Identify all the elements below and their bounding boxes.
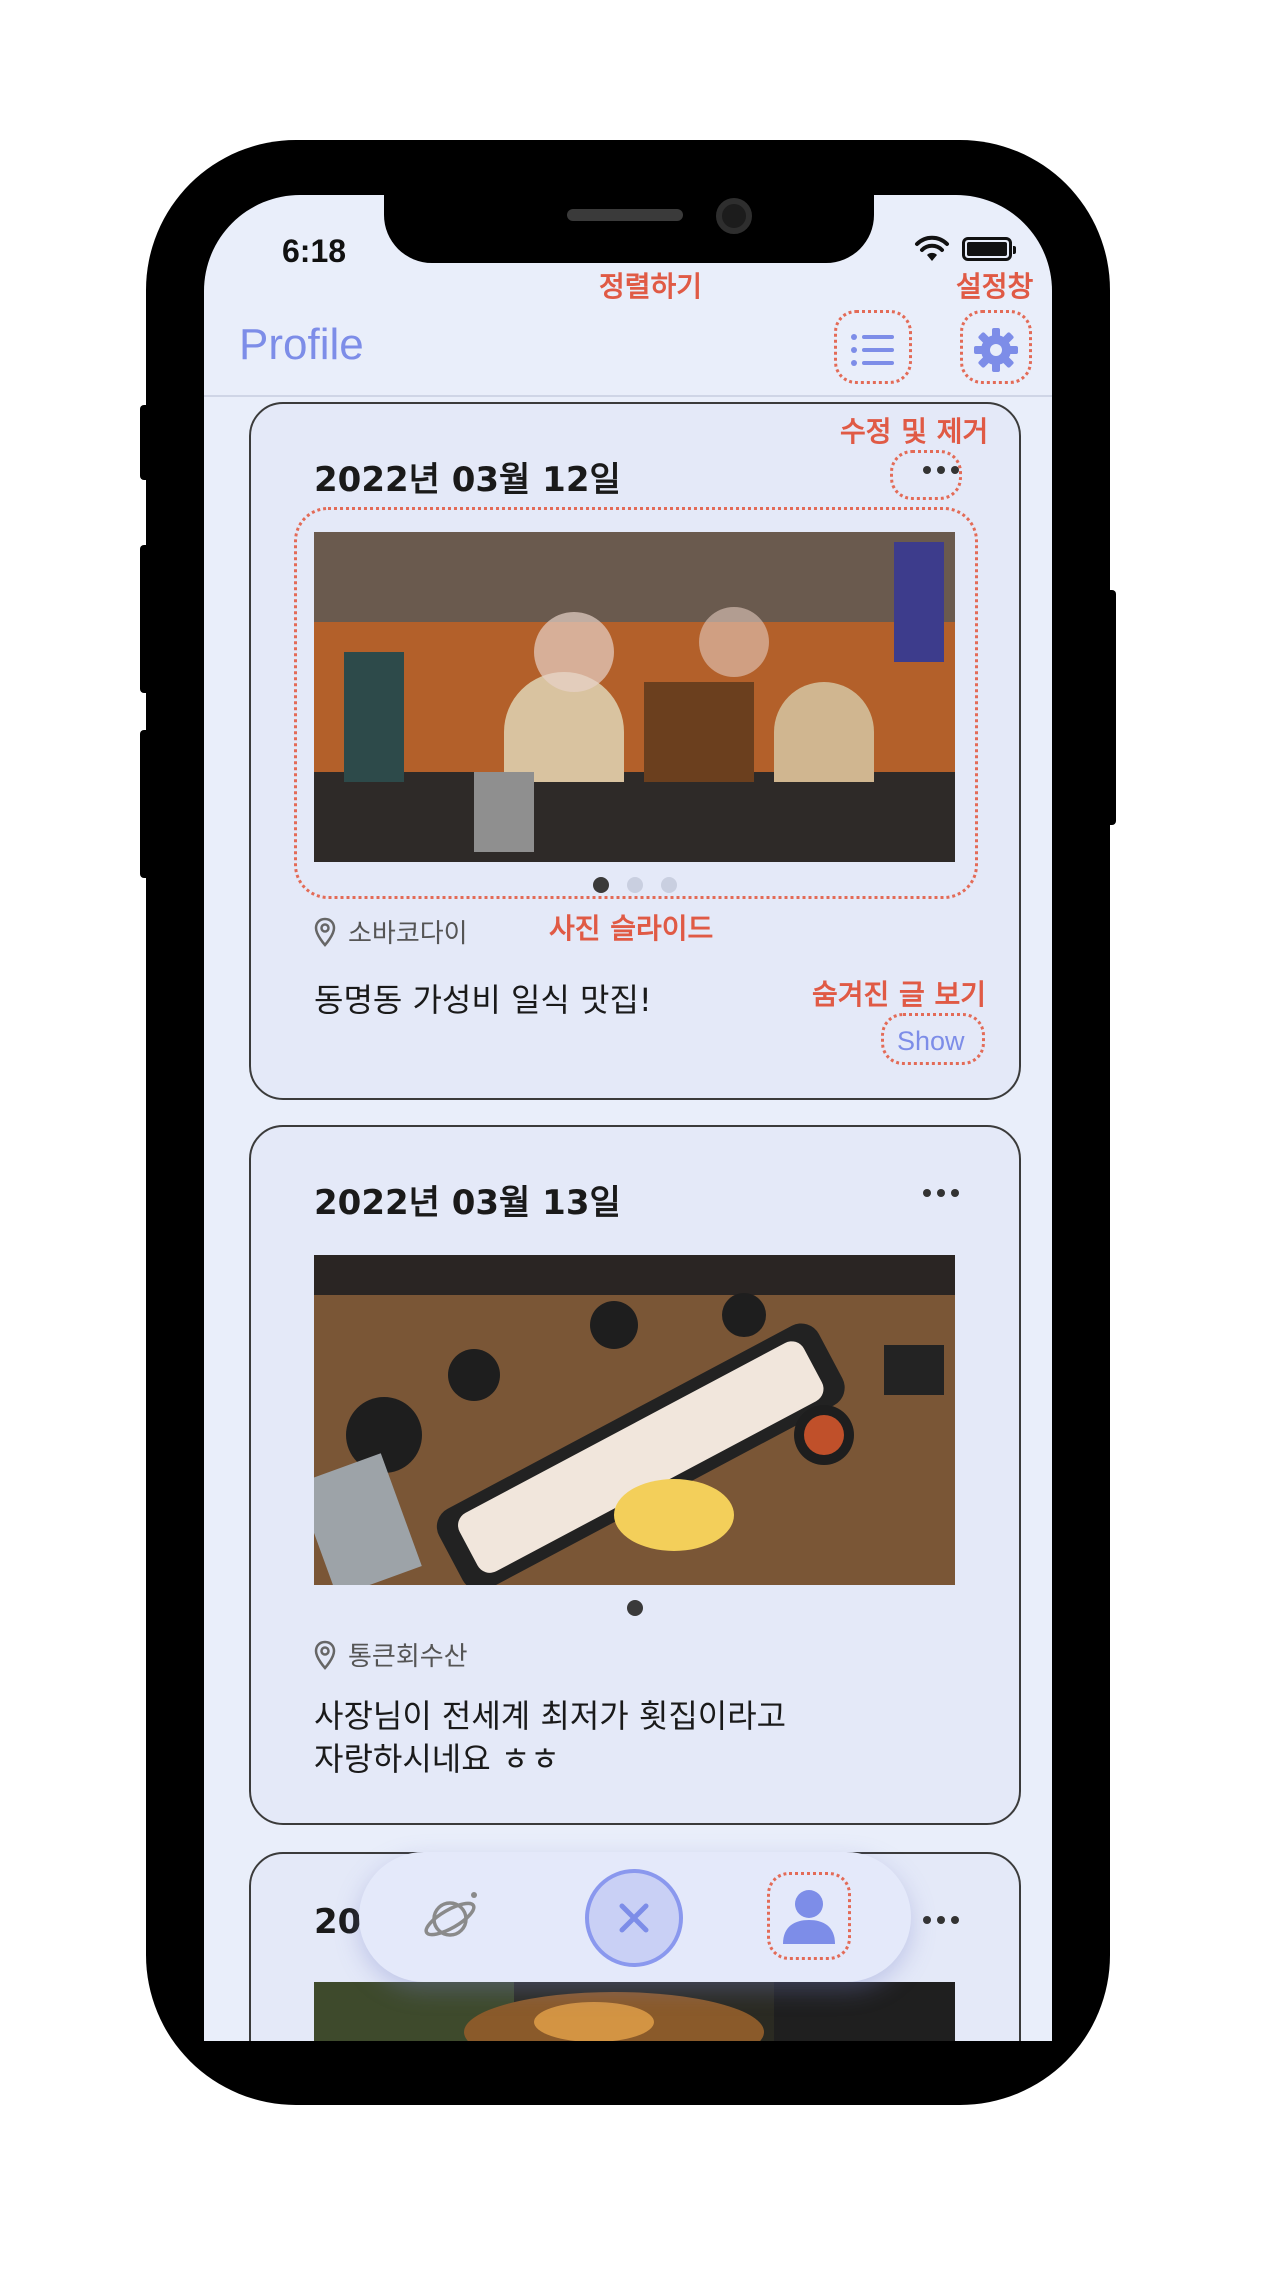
location-pin-icon: [314, 917, 336, 947]
status-time: 6:18: [282, 233, 347, 269]
battery-icon: [962, 237, 1016, 261]
post-text-line: 사장님이 전세계 최저가 횟집이라고: [314, 1697, 787, 1735]
nav-divider: [204, 395, 1052, 397]
post-text-line: 자랑하시네요 ㅎㅎ: [314, 1740, 560, 1779]
annotation-photo-slide-label: 사진 슬라이드: [549, 912, 714, 945]
post-text: 사장님이 전세계 최저가 횟집이라고 자랑하시네요 ㅎㅎ: [314, 1695, 786, 1781]
post-card: 2022년 03월 13일 통큰회수산 사장님이 전세계 최저가 횟집이라고 자…: [249, 1125, 1021, 1825]
tab-bar: [359, 1852, 911, 1982]
more-dot: [951, 1189, 959, 1197]
tab-close[interactable]: [585, 1869, 683, 1967]
location-row: 통큰회수산: [314, 1636, 468, 1673]
annotation-photo-slide-box: [294, 507, 978, 899]
tab-explore[interactable]: [417, 1882, 487, 1952]
speaker: [567, 209, 683, 221]
front-camera: [716, 198, 752, 234]
location-name: 통큰회수산: [348, 1642, 468, 1672]
annotation-show-hidden-label: 숨겨진 글 보기: [812, 978, 987, 1011]
wifi-icon: [915, 235, 949, 261]
page-title: Profile: [239, 320, 364, 369]
planet-icon: [424, 1892, 477, 1937]
sashimi-photo: [314, 1255, 955, 1585]
phone-frame: 6:18 Profile 정렬하기 설정창 2022년 03월 12일 소바코다…: [146, 140, 1110, 2105]
annotation-edit-delete-box: [890, 450, 962, 500]
annotation-show-box: [881, 1013, 985, 1065]
screen: 6:18 Profile 정렬하기 설정창 2022년 03월 12일 소바코다…: [204, 195, 1052, 2041]
more-dot: [937, 1916, 945, 1924]
close-icon: [619, 1903, 649, 1933]
more-options-button[interactable]: [923, 1189, 959, 1197]
annotation-edit-delete-label: 수정 및 제거: [840, 415, 989, 448]
post-text: 동명동 가성비 일식 맛집!: [314, 981, 652, 1019]
photo-slide[interactable]: [314, 1255, 955, 1585]
photo-page-indicator: [251, 1600, 1019, 1616]
more-dot: [923, 1189, 931, 1197]
more-dot: [923, 1916, 931, 1924]
post-date: 2022년 03월 12일: [314, 460, 621, 500]
annotation-settings-box: [960, 310, 1032, 384]
annotation-sort-label: 정렬하기: [599, 270, 703, 303]
annotation-profile-tab-box: [767, 1872, 851, 1960]
grill-photo: [314, 1982, 955, 2041]
annotation-settings-label: 설정창: [956, 270, 1034, 303]
annotation-sort-box: [834, 310, 912, 384]
more-dot: [937, 1189, 945, 1197]
post-date: 2022년 03월 13일: [314, 1183, 621, 1223]
status-icons: [914, 235, 1016, 263]
page-dot: [627, 1600, 643, 1616]
more-dot: [951, 1916, 959, 1924]
post-date: 20: [314, 1902, 362, 1942]
location-name: 소바코다이: [348, 919, 468, 949]
notch: [384, 195, 874, 263]
location-row: 소바코다이: [314, 913, 468, 950]
more-options-button[interactable]: [923, 1916, 959, 1924]
location-pin-icon: [314, 1640, 336, 1670]
photo-slide[interactable]: [314, 1982, 955, 2041]
